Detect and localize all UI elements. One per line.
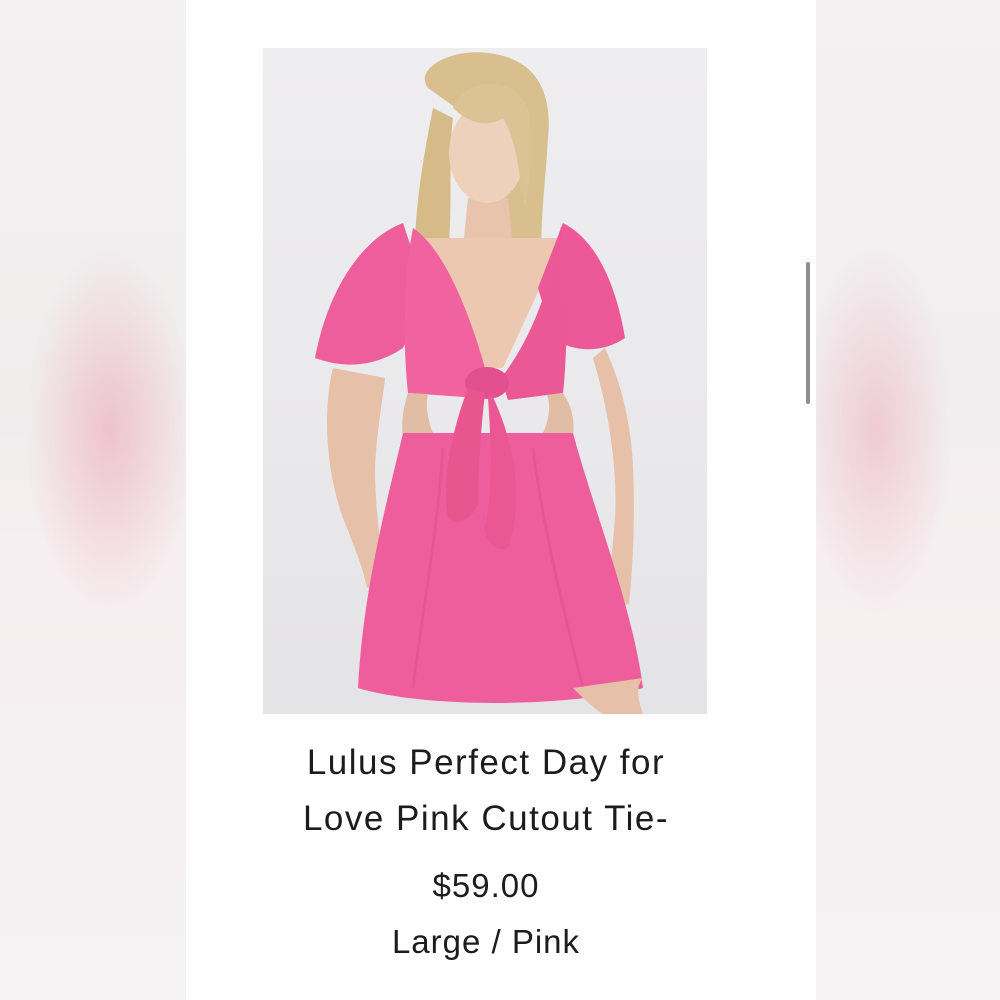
product-card: Lulus Perfect Day for Love Pink Cutout T… xyxy=(186,0,816,1000)
blurred-backdrop-right xyxy=(816,0,1000,1000)
screen: Lulus Perfect Day for Love Pink Cutout T… xyxy=(0,0,1000,1000)
product-price: $59.00 xyxy=(432,867,540,904)
product-title[interactable]: Lulus Perfect Day for Love Pink Cutout T… xyxy=(186,735,786,847)
product-variant: Large / Pink xyxy=(391,923,581,960)
product-image[interactable] xyxy=(263,48,707,714)
blurred-backdrop-left xyxy=(0,0,186,1000)
product-title-line-2: Love Pink Cutout Tie- xyxy=(302,799,670,838)
product-title-line-1: Lulus Perfect Day for xyxy=(306,743,666,782)
dress-model-illustration xyxy=(315,52,643,714)
scrollbar-thumb[interactable] xyxy=(806,262,810,404)
